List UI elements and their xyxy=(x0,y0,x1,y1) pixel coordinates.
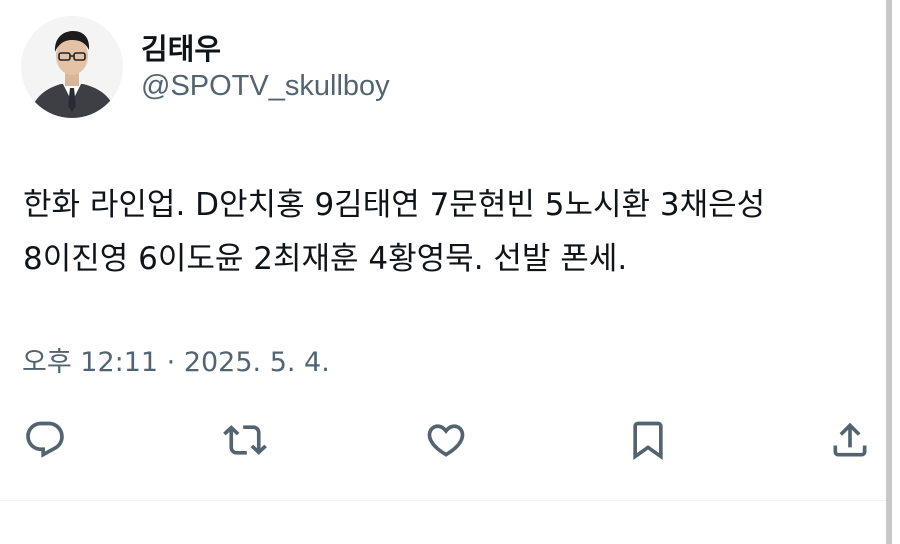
reply-icon xyxy=(26,421,64,458)
tweet-text: 한화 라인업. D안치홍 9김태연 7문현빈 5노시환 3채은성 8이진영 6이… xyxy=(23,178,883,286)
person-photo-icon xyxy=(21,16,123,118)
tweet-text-line: 한화 라인업. D안치홍 9김태연 7문현빈 5노시환 3채은성 xyxy=(23,187,766,223)
bookmark-icon xyxy=(633,421,663,461)
scrollbar[interactable] xyxy=(886,0,892,544)
bookmark-button[interactable] xyxy=(622,414,674,466)
share-icon xyxy=(833,422,867,457)
retweet-button[interactable] xyxy=(219,414,271,466)
retweet-icon xyxy=(223,425,267,455)
user-handle[interactable]: @SPOTV_skullboy xyxy=(141,70,390,103)
like-button[interactable] xyxy=(420,414,472,466)
display-name[interactable]: 김태우 xyxy=(141,26,221,68)
tweet-text-line: 8이진영 6이도윤 2최재훈 4황영묵. 선발 폰세. xyxy=(23,241,628,277)
heart-icon xyxy=(427,424,465,457)
avatar[interactable] xyxy=(21,16,123,118)
divider xyxy=(0,500,886,501)
share-button[interactable] xyxy=(824,414,876,466)
tweet-timestamp[interactable]: 오후 12:11 · 2025. 5. 4. xyxy=(22,340,330,379)
reply-button[interactable] xyxy=(19,414,71,466)
tweet-card: 김태우 @SPOTV_skullboy 한화 라인업. D안치홍 9김태연 7문… xyxy=(0,0,900,544)
action-bar xyxy=(0,408,900,472)
